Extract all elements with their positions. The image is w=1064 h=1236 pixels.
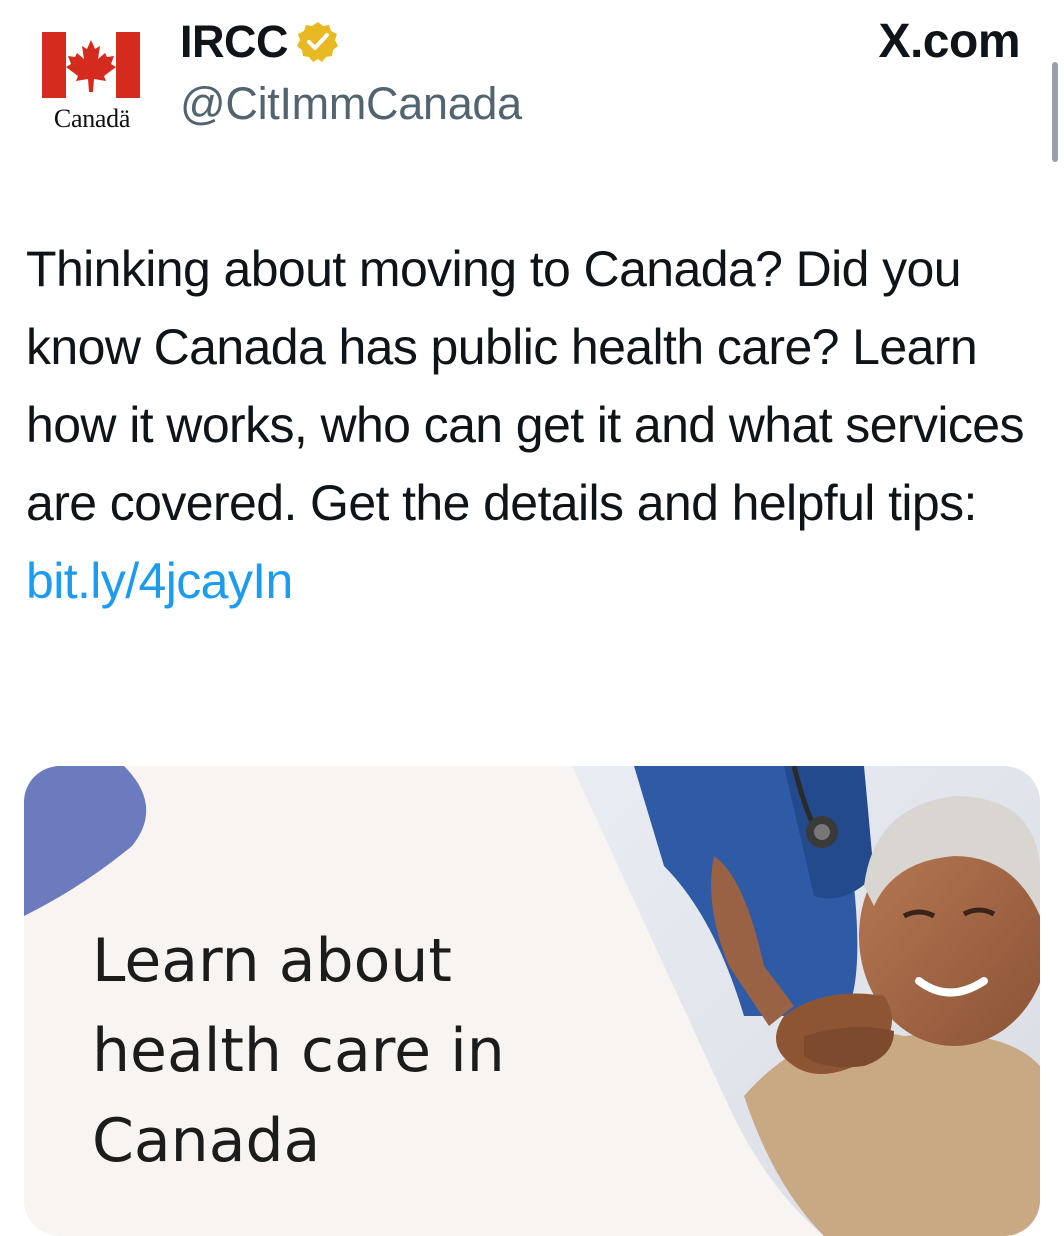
source-label: X.com (878, 15, 1020, 68)
verified-badge-icon[interactable] (296, 20, 340, 64)
canada-flag-icon (42, 32, 140, 98)
card-headline: Learn about health care in Canada (92, 916, 552, 1186)
card-headline-line: Canada (92, 1106, 321, 1176)
post-text: Thinking about moving to Canada? Did you… (26, 230, 1036, 620)
avatar[interactable]: Canadä (22, 20, 162, 140)
accent-shape (24, 766, 147, 916)
card-headline-line: Learn about (92, 926, 452, 996)
media-card[interactable]: Learn about health care in Canada (24, 766, 1040, 1236)
author-handle[interactable]: @CitImmCanada (180, 78, 522, 130)
author-name-row: IRCC (180, 12, 340, 72)
author-display-name[interactable]: IRCC (180, 16, 289, 68)
post-link[interactable]: bit.ly/​4jcayIn (26, 553, 293, 609)
canada-wordmark: Canadä (53, 104, 131, 133)
post-body: Thinking about moving to Canada? Did you… (26, 241, 1024, 531)
card-headline-line: health care in (92, 1016, 505, 1086)
scrollbar[interactable] (1052, 62, 1058, 162)
